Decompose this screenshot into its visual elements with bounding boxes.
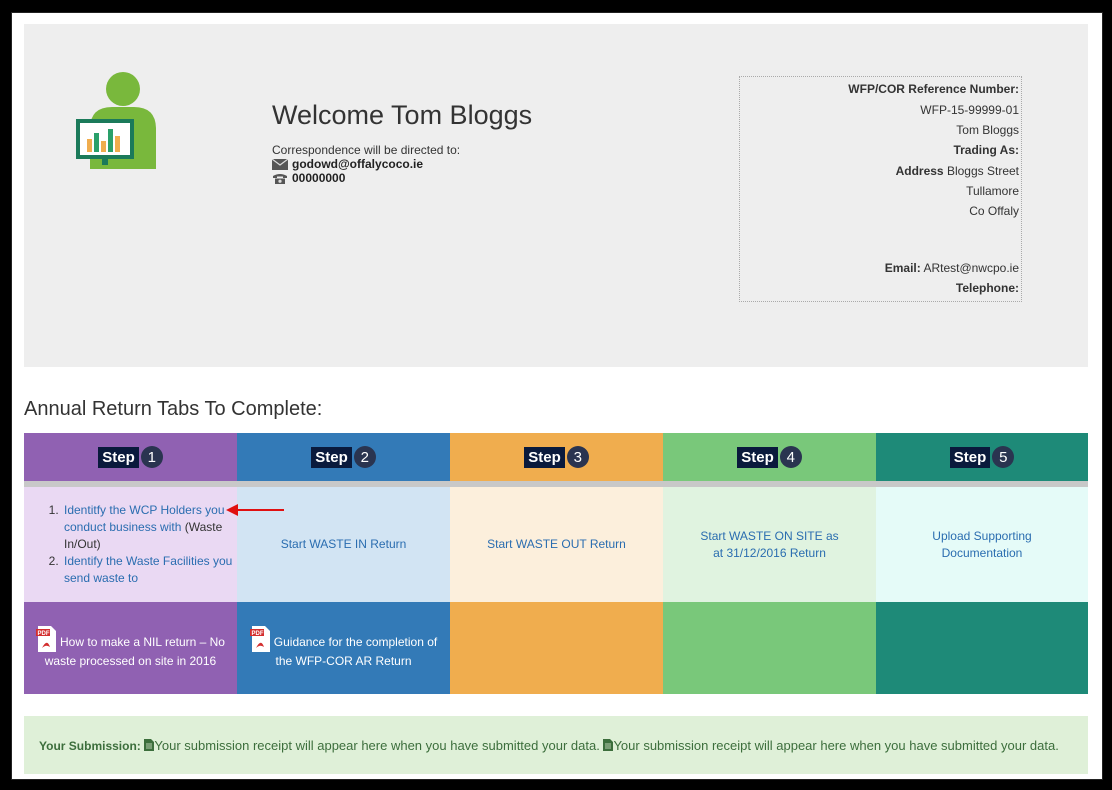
step-word: Step xyxy=(949,446,991,468)
reference-box: WFP/COR Reference Number: WFP-15-99999-0… xyxy=(739,76,1022,302)
telephone-icon xyxy=(273,173,287,184)
ref-number: WFP-15-99999-01 xyxy=(920,103,1019,117)
address-line-1: Bloggs Street xyxy=(946,164,1019,178)
step-number: 5 xyxy=(992,446,1015,468)
submission-text: Your Submission: Your submission receipt… xyxy=(39,736,1079,756)
page-frame: Welcome Tom Bloggs Correspondence will b… xyxy=(12,13,1102,779)
identify-waste-facilities-link[interactable]: Identify the Waste Facilities you send w… xyxy=(64,554,232,585)
contact-email: godowd@offalycoco.ie xyxy=(292,157,424,171)
list-item: Identify the Waste Facilities you send w… xyxy=(62,553,237,587)
step-word: Step xyxy=(737,446,778,468)
step-3-footer xyxy=(450,602,663,694)
step-5-footer xyxy=(876,602,1088,694)
tab-step-5[interactable]: Step 5 xyxy=(876,433,1088,481)
step-1-body: Identitfy the WCP Holders you conduct bu… xyxy=(24,487,237,602)
document-icon xyxy=(603,739,614,751)
tab-step-3[interactable]: Step 3 xyxy=(450,433,663,481)
envelope-icon xyxy=(272,158,288,170)
step-5-body: Upload Supporting Documentation xyxy=(876,487,1088,602)
step-word: Step xyxy=(98,446,139,468)
correspondence-label: Correspondence will be directed to: xyxy=(272,143,461,157)
step-4-footer xyxy=(663,602,876,694)
ref-name: Tom Bloggs xyxy=(956,123,1019,137)
tabs-title: Annual Return Tabs To Complete: xyxy=(24,398,323,420)
submission-label: Your Submission: xyxy=(39,739,141,753)
step-word: Step xyxy=(311,446,352,468)
start-waste-in-link[interactable]: Start WASTE IN Return xyxy=(281,536,407,553)
step-number: 1 xyxy=(140,446,163,468)
guidance-text: Guidance for the completion of the WFP-C… xyxy=(273,635,438,668)
upload-documentation-link[interactable]: Upload Supporting Documentation xyxy=(917,528,1047,562)
nil-return-text: How to make a NIL return – No waste proc… xyxy=(44,635,225,668)
step-3-body: Start WASTE OUT Return xyxy=(450,487,663,602)
step-2-footer: PDF Guidance for the completion of the W… xyxy=(237,602,450,694)
contact-email-row: godowd@offalycoco.ie xyxy=(272,157,423,171)
document-icon xyxy=(144,739,155,751)
pdf-icon: PDF xyxy=(36,626,57,652)
submission-receipt-text-1: Your submission receipt will appear here… xyxy=(154,738,600,753)
header-panel: Welcome Tom Bloggs Correspondence will b… xyxy=(24,24,1088,367)
ref-email: ARtest@nwcpo.ie xyxy=(923,261,1019,275)
submission-panel: Your Submission: Your submission receipt… xyxy=(24,716,1088,774)
pdf-icon: PDF xyxy=(249,626,270,652)
address-line-2: Tullamore xyxy=(966,184,1019,198)
start-waste-on-site-link[interactable]: Start WASTE ON SITE as at 31/12/2016 Ret… xyxy=(695,528,845,562)
contact-phone: 00000000 xyxy=(292,171,346,185)
contact-phone-row: 00000000 xyxy=(272,171,345,185)
svg-text:PDF: PDF xyxy=(38,631,50,637)
user-chart-icon xyxy=(76,72,156,169)
page-content: Welcome Tom Bloggs Correspondence will b… xyxy=(24,24,1088,774)
address-label: Address xyxy=(895,164,944,178)
tab-step-2[interactable]: Step 2 xyxy=(237,433,450,481)
svg-text:PDF: PDF xyxy=(251,631,263,637)
welcome-heading: Welcome Tom Bloggs xyxy=(272,100,533,130)
step-4-body: Start WASTE ON SITE as at 31/12/2016 Ret… xyxy=(663,487,876,602)
telephone-label: Telephone: xyxy=(955,281,1019,295)
red-arrow-icon xyxy=(226,504,284,516)
list-item: Identitfy the WCP Holders you conduct bu… xyxy=(62,502,237,553)
step-number: 2 xyxy=(353,446,376,468)
step-1-list: Identitfy the WCP Holders you conduct bu… xyxy=(24,502,237,587)
trading-as-label: Trading As: xyxy=(953,143,1019,157)
address-line-3: Co Offaly xyxy=(969,204,1019,218)
start-waste-out-link[interactable]: Start WASTE OUT Return xyxy=(487,536,626,553)
guidance-link[interactable]: PDF Guidance for the completion of the W… xyxy=(249,626,439,670)
submission-receipt-text-2: Your submission receipt will appear here… xyxy=(613,738,1059,753)
step-1-footer: PDF How to make a NIL return – No waste … xyxy=(24,602,237,694)
ref-email-label: Email: xyxy=(884,261,921,275)
step-number: 3 xyxy=(566,446,589,468)
tab-step-1[interactable]: Step 1 xyxy=(24,433,237,481)
ref-number-label: WFP/COR Reference Number: xyxy=(848,82,1019,96)
step-number: 4 xyxy=(779,446,802,468)
nil-return-link[interactable]: PDF How to make a NIL return – No waste … xyxy=(36,626,226,670)
step-word: Step xyxy=(524,446,565,468)
tab-step-4[interactable]: Step 4 xyxy=(663,433,876,481)
